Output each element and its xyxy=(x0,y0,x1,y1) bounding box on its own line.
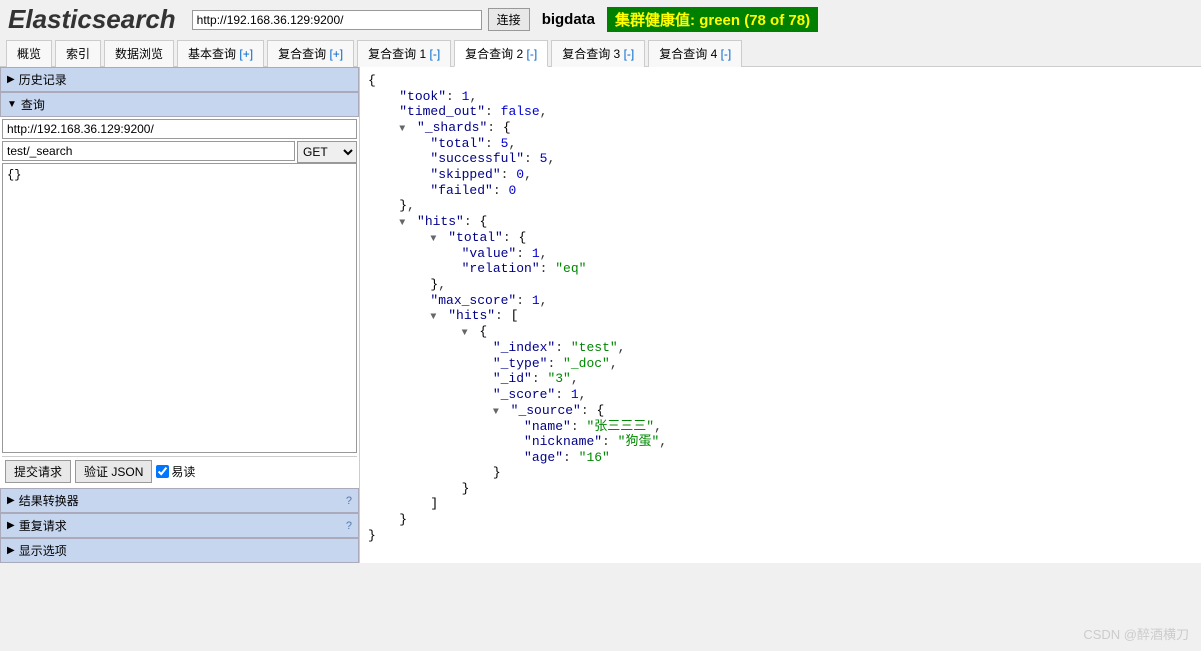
connect-button[interactable]: 连接 xyxy=(488,8,530,31)
path-input[interactable] xyxy=(2,141,295,161)
chevron-right-icon: ▶ xyxy=(7,545,15,556)
tab-5[interactable]: 复合查询 1 [-] xyxy=(357,40,451,67)
response-viewer: { "took": 1, "timed_out": false, ▼ "_sha… xyxy=(360,67,1201,563)
repeat-label: 重复请求 xyxy=(19,517,67,534)
history-section-header[interactable]: ▶ 历史记录 xyxy=(0,67,359,92)
tab-label: 复合查询 xyxy=(278,47,326,61)
tab-label: 索引 xyxy=(66,47,90,61)
repeat-section-header[interactable]: ▶ 重复请求 ? xyxy=(0,513,359,538)
tab-label: 基本查询 xyxy=(188,47,236,61)
tab-remove-icon[interactable]: [-] xyxy=(527,47,538,61)
tab-remove-icon[interactable]: [-] xyxy=(721,47,732,61)
pretty-checkbox[interactable] xyxy=(156,465,169,478)
tab-label: 复合查询 2 xyxy=(465,47,523,61)
chevron-right-icon: ▶ xyxy=(7,495,15,506)
query-label: 查询 xyxy=(21,96,45,113)
help-icon[interactable]: ? xyxy=(346,520,352,532)
base-url-input[interactable] xyxy=(2,119,357,139)
transformer-label: 结果转换器 xyxy=(19,492,79,509)
pretty-text: 易读 xyxy=(171,463,195,480)
tab-add-icon[interactable]: [+] xyxy=(239,47,253,61)
app-logo: Elasticsearch xyxy=(8,4,186,35)
tab-2[interactable]: 数据浏览 xyxy=(104,40,174,67)
tab-1[interactable]: 索引 xyxy=(55,40,101,67)
tab-remove-icon[interactable]: [-] xyxy=(624,47,635,61)
chevron-down-icon: ▼ xyxy=(7,99,17,110)
tab-label: 概览 xyxy=(17,47,41,61)
tab-label: 复合查询 3 xyxy=(562,47,620,61)
submit-button[interactable]: 提交请求 xyxy=(5,460,71,483)
help-icon[interactable]: ? xyxy=(346,495,352,507)
tab-label: 复合查询 4 xyxy=(659,47,717,61)
tab-3[interactable]: 基本查询 [+] xyxy=(177,40,264,67)
watermark: CSDN @醉酒横刀 xyxy=(1083,624,1189,643)
display-label: 显示选项 xyxy=(19,542,67,559)
request-body-textarea[interactable]: {} xyxy=(2,163,357,453)
tab-remove-icon[interactable]: [-] xyxy=(430,47,441,61)
pretty-checkbox-label[interactable]: 易读 xyxy=(156,463,195,480)
tab-bar: 概览索引数据浏览基本查询 [+]复合查询 [+]复合查询 1 [-]复合查询 2… xyxy=(0,39,1201,67)
tab-label: 复合查询 1 xyxy=(368,47,426,61)
tab-4[interactable]: 复合查询 [+] xyxy=(267,40,354,67)
history-label: 历史记录 xyxy=(19,71,67,88)
tab-6[interactable]: 复合查询 2 [-] xyxy=(454,40,548,67)
tab-add-icon[interactable]: [+] xyxy=(329,47,343,61)
http-method-select[interactable]: GET xyxy=(297,141,357,163)
cluster-name: bigdata xyxy=(542,11,595,28)
chevron-right-icon: ▶ xyxy=(7,74,15,85)
left-panel: ▶ 历史记录 ▼ 查询 GET {} 提交请求 验证 JSON 易读 xyxy=(0,67,360,563)
transformer-section-header[interactable]: ▶ 结果转换器 ? xyxy=(0,488,359,513)
tab-0[interactable]: 概览 xyxy=(6,40,52,67)
cluster-url-input[interactable] xyxy=(192,10,482,30)
tab-7[interactable]: 复合查询 3 [-] xyxy=(551,40,645,67)
query-section-header[interactable]: ▼ 查询 xyxy=(0,92,359,117)
chevron-right-icon: ▶ xyxy=(7,520,15,531)
tab-label: 数据浏览 xyxy=(115,47,163,61)
validate-json-button[interactable]: 验证 JSON xyxy=(75,460,152,483)
cluster-health-badge: 集群健康值: green (78 of 78) xyxy=(607,7,818,32)
tab-8[interactable]: 复合查询 4 [-] xyxy=(648,40,742,67)
query-form: GET {} 提交请求 验证 JSON 易读 xyxy=(0,117,359,488)
display-section-header[interactable]: ▶ 显示选项 xyxy=(0,538,359,563)
